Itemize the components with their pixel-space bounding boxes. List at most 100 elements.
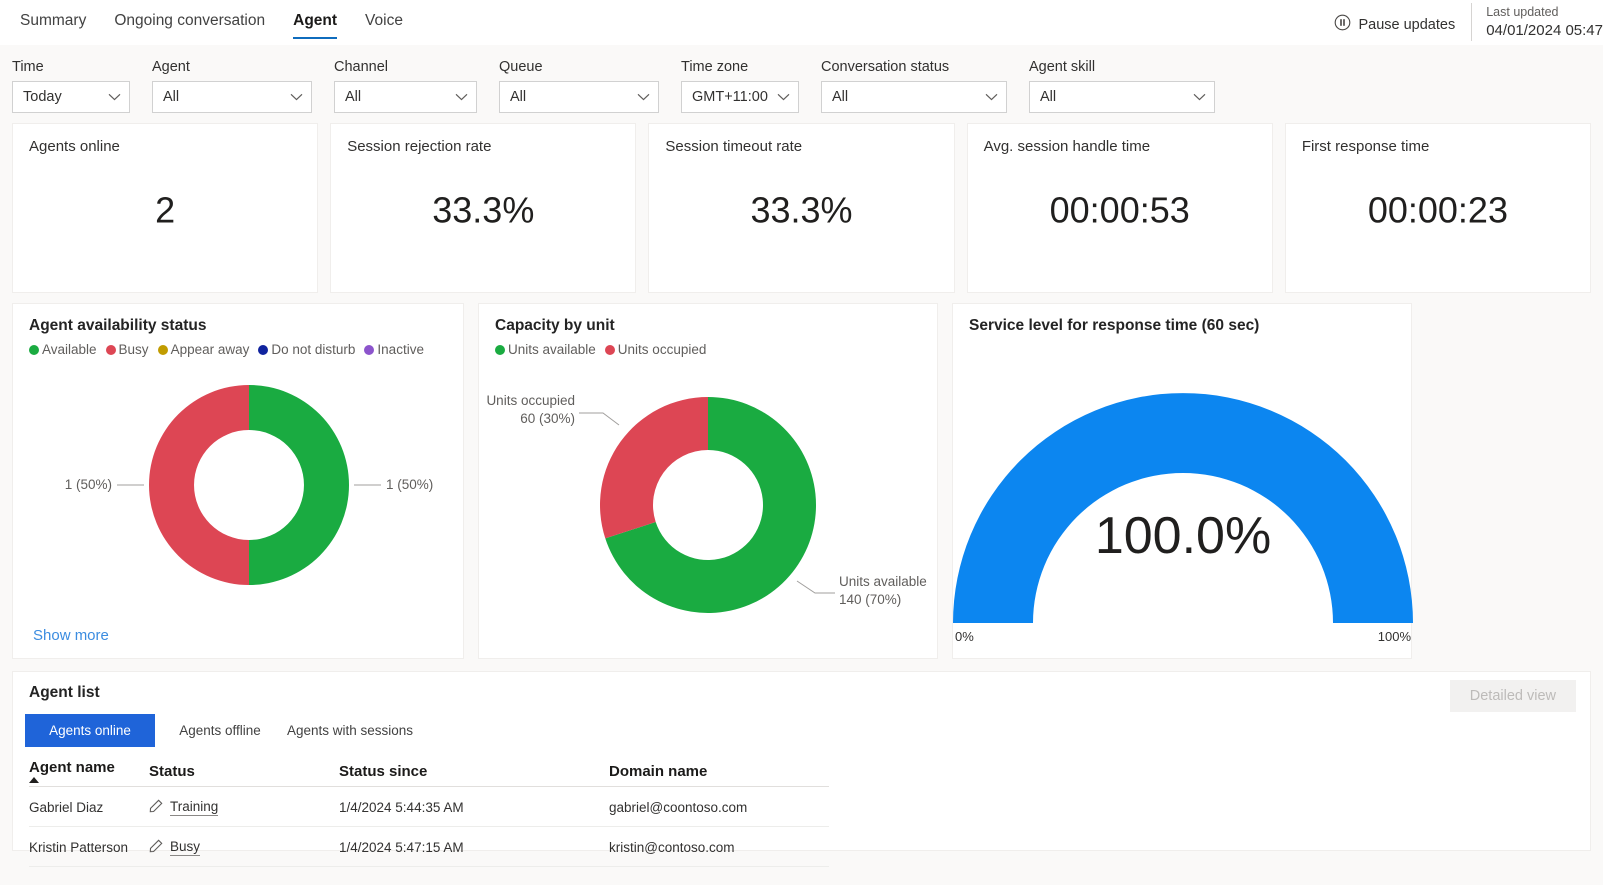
filter-agent-select[interactable]: All	[152, 81, 312, 113]
pause-updates-label: Pause updates	[1358, 16, 1456, 33]
filter-channel-select[interactable]: All	[334, 81, 477, 113]
legend-dot-do-not-disturb	[258, 344, 269, 355]
legend-item-units-available[interactable]: Units available	[495, 342, 596, 357]
table-row[interactable]: Kristin Patterson Busy 1/4/2024 5:47:15 …	[29, 826, 829, 867]
filter-queue-value: All	[510, 89, 527, 105]
pill-agents-online[interactable]: Agents online	[25, 714, 155, 747]
legend-item-busy[interactable]: Busy	[105, 342, 149, 357]
status-cell: Training	[149, 799, 339, 816]
top-bar-right: Pause updates Last updated 04/01/2024 05…	[1334, 0, 1603, 45]
agent-list-title: Agent list	[29, 684, 100, 701]
kpi-first-response-time: First response time 00:00:23	[1284, 123, 1592, 293]
last-updated-label: Last updated	[1486, 5, 1559, 19]
card-service-level: Service level for response time (60 sec)…	[952, 303, 1413, 659]
tab-voice-label: Voice	[365, 12, 403, 29]
column-header-status-since[interactable]: Status since	[339, 759, 609, 787]
filter-queue-select[interactable]: All	[499, 81, 659, 113]
legend-dot-appear-away	[157, 344, 168, 355]
legend-dot-available	[29, 344, 39, 355]
kpi-avg-session-handle-time-title: Avg. session handle time	[983, 138, 1151, 155]
column-header-domain-name[interactable]: Domain name	[609, 759, 829, 787]
kpi-session-rejection-rate-title: Session rejection rate	[347, 138, 492, 155]
kpi-first-response-time-title: First response time	[1301, 138, 1430, 155]
legend-item-inactive[interactable]: Inactive	[364, 342, 424, 357]
tab-agent[interactable]: Agent	[279, 0, 351, 40]
filter-channel-label: Channel	[334, 59, 389, 75]
filter-time-select[interactable]: Today	[12, 81, 130, 113]
tab-ongoing-conversation-label: Ongoing conversation	[114, 12, 266, 29]
status-value[interactable]: Training	[170, 799, 219, 816]
cell-status: Busy	[149, 826, 339, 867]
legend-label-available: Available	[42, 342, 97, 357]
tab-summary[interactable]: Summary	[6, 0, 100, 40]
pause-updates-button[interactable]: Pause updates	[1334, 0, 1471, 35]
filter-timezone-label: Time zone	[681, 59, 749, 75]
filter-timezone-value: GMT+11:00	[692, 89, 768, 105]
filter-timezone-select[interactable]: GMT+11:00	[681, 81, 799, 113]
filter-time-value: Today	[23, 89, 62, 105]
legend-dot-inactive	[364, 344, 375, 355]
chevron-down-icon	[1193, 93, 1206, 101]
pill-agents-offline[interactable]: Agents offline	[155, 714, 285, 747]
gauge-max-label: 100%	[1378, 629, 1412, 644]
legend-item-do-not-disturb[interactable]: Do not disturb	[258, 342, 355, 357]
column-header-agent-name-label: Agent name	[29, 759, 115, 776]
cell-domain-name: kristin@contoso.com	[609, 826, 829, 867]
legend-item-available[interactable]: Available	[29, 342, 97, 357]
capacity-title: Capacity by unit	[495, 317, 615, 334]
pause-circle-icon	[1334, 14, 1351, 35]
agent-availability-donut[interactable]: 1 (50%) 1 (50%)	[13, 357, 463, 618]
kpi-session-rejection-rate-value: 33.3%	[432, 189, 535, 231]
status-cell: Busy	[149, 839, 339, 856]
kpi-session-timeout-rate-title: Session timeout rate	[665, 138, 803, 155]
edit-pencil-icon[interactable]	[149, 839, 163, 856]
status-value[interactable]: Busy	[170, 839, 201, 856]
filter-queue: Queue All	[499, 59, 659, 113]
gauge-min-label: 0%	[955, 629, 974, 644]
chevron-down-icon	[985, 93, 998, 101]
capacity-leader-available	[796, 580, 835, 594]
chevron-down-icon	[108, 93, 121, 101]
column-header-status[interactable]: Status	[149, 759, 339, 787]
capacity-label-occupied-line2: 60 (30%)	[520, 411, 575, 426]
column-header-status-label: Status	[149, 762, 195, 780]
tab-list: Summary Ongoing conversation Agent Voice	[0, 0, 417, 40]
kpi-first-response-time-value: 00:00:23	[1367, 189, 1508, 231]
filter-conversation-status: Conversation status All	[821, 59, 1007, 113]
top-tab-bar: Summary Ongoing conversation Agent Voice…	[0, 0, 1603, 45]
detailed-view-button[interactable]: Detailed view	[1449, 680, 1576, 712]
column-header-domain-name-label: Domain name	[609, 762, 708, 780]
tab-ongoing-conversation[interactable]: Ongoing conversation	[100, 0, 279, 40]
filter-conversation-status-label: Conversation status	[821, 59, 950, 75]
chevron-down-icon	[455, 93, 468, 101]
agent-list-panel: Agent list Detailed view Agents online A…	[12, 671, 1591, 867]
service-level-gauge[interactable]: 100.0% 0% 100%	[953, 335, 1413, 652]
agent-availability-legend: Available Busy Appear away Do not distur…	[13, 335, 463, 357]
cell-agent-name: Kristin Patterson	[29, 826, 149, 867]
cell-status-since: 1/4/2024 5:47:15 AM	[339, 826, 609, 867]
filter-conversation-status-select[interactable]: All	[821, 81, 1007, 113]
chevron-down-icon	[637, 93, 650, 101]
kpi-session-timeout-rate-value: 33.3%	[750, 189, 853, 231]
pill-agents-with-sessions[interactable]: Agents with sessions	[285, 714, 415, 747]
kpi-agents-online-value: 2	[155, 189, 176, 231]
capacity-donut[interactable]: Units occupied 60 (30%) Units available …	[479, 357, 937, 648]
kpi-session-timeout-rate: Session timeout rate 33.3%	[648, 123, 955, 293]
legend-item-units-occupied[interactable]: Units occupied	[604, 342, 707, 357]
table-row[interactable]: Gabriel Diaz Training 1/4/2024 5:44:35 A…	[29, 786, 829, 827]
chevron-down-icon	[777, 93, 790, 101]
tab-voice[interactable]: Voice	[351, 0, 417, 40]
filter-agent-label: Agent	[152, 59, 190, 75]
donut-label-busy: 1 (50%)	[65, 477, 112, 492]
legend-label-units-occupied: Units occupied	[617, 342, 707, 357]
filter-agent-skill-select[interactable]: All	[1029, 81, 1215, 113]
tab-summary-label: Summary	[20, 12, 87, 29]
column-header-agent-name[interactable]: Agent name	[29, 759, 149, 787]
show-more-link[interactable]: Show more	[33, 627, 109, 644]
agent-table-head: Agent name Status Status since Domain na…	[29, 759, 829, 787]
agent-table: Agent name Status Status since Domain na…	[29, 759, 829, 867]
edit-pencil-icon[interactable]	[149, 799, 163, 816]
legend-item-appear-away[interactable]: Appear away	[157, 342, 249, 357]
donut-label-available: 1 (50%)	[386, 477, 433, 492]
service-level-title: Service level for response time (60 sec)	[969, 317, 1260, 334]
